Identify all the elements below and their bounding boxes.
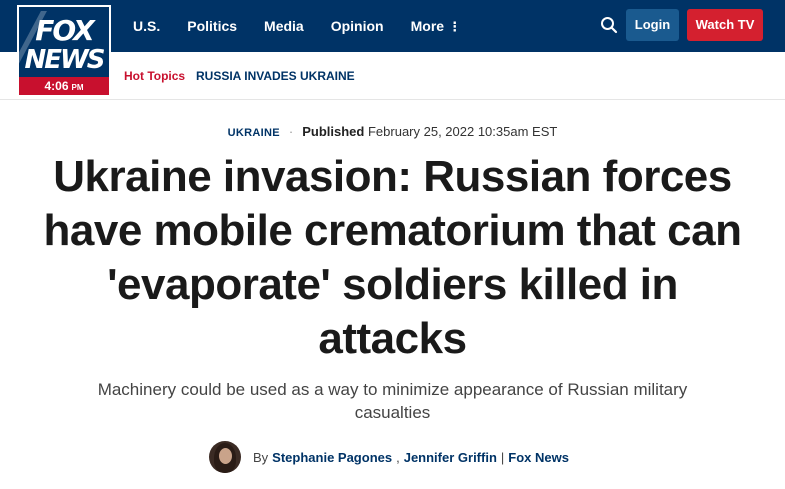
nav-more-label: More <box>410 17 445 34</box>
top-navigation-bar: FOX NEWS 4:06 PM U.S. Politics Media Opin… <box>0 0 785 97</box>
clock-time: 4:06 <box>44 79 69 93</box>
logo-news-text: NEWS <box>24 45 106 75</box>
nav-item-opinion[interactable]: Opinion <box>331 18 384 34</box>
sub-navigation-bar: Hot Topics RUSSIA INVADES UKRAINE <box>0 52 785 100</box>
avatar-face <box>219 448 232 464</box>
fox-news-logo[interactable]: FOX NEWS 4:06 PM <box>9 5 111 97</box>
search-icon[interactable] <box>600 16 618 34</box>
article-headline: Ukraine invasion: Russian forces have mo… <box>43 152 743 363</box>
article-category-link[interactable]: UKRAINE <box>228 127 280 139</box>
published-date: February 25, 2022 10:35am EST <box>367 124 558 139</box>
outlet-link-fox-news[interactable]: Fox News <box>508 450 569 465</box>
article-subheadline: Machinery could be used as a way to mini… <box>97 380 688 422</box>
author-avatar[interactable] <box>209 441 241 473</box>
logo-fox-text: FOX <box>35 14 95 47</box>
byline-by: By <box>253 449 269 465</box>
nav-item-more[interactable]: More ⋮ <box>411 18 461 35</box>
nav-item-media[interactable]: Media <box>264 18 304 34</box>
meta-separator-dot: · <box>288 124 294 139</box>
author-link-stephanie-pagones[interactable]: Stephanie Pagones <box>272 450 392 465</box>
hot-topic-link-russia-invades-ukraine[interactable]: RUSSIA INVADES UKRAINE <box>196 69 355 83</box>
nav-item-us[interactable]: U.S. <box>133 18 160 34</box>
byline-pipe: | <box>500 449 505 465</box>
article-meta: UKRAINE · Published February 25, 2022 10:3… <box>0 124 785 139</box>
logo-clock: 4:06 PM <box>19 77 109 95</box>
published-label: Published <box>302 124 365 139</box>
more-dots-icon: ⋮ <box>448 18 462 34</box>
login-button[interactable]: Login <box>626 9 679 41</box>
hot-topics-label: Hot Topics <box>124 69 186 83</box>
article-byline: By Stephanie Pagones , Jennifer Griffin … <box>209 441 569 473</box>
watch-tv-button[interactable]: Watch TV <box>687 9 763 41</box>
main-nav: U.S. Politics Media Opinion More ⋮ <box>133 0 488 52</box>
author-link-jennifer-griffin[interactable]: Jennifer Griffin <box>404 450 497 465</box>
nav-item-politics[interactable]: Politics <box>187 18 237 34</box>
clock-ampm: PM <box>71 83 84 92</box>
byline-comma: , <box>396 449 400 465</box>
